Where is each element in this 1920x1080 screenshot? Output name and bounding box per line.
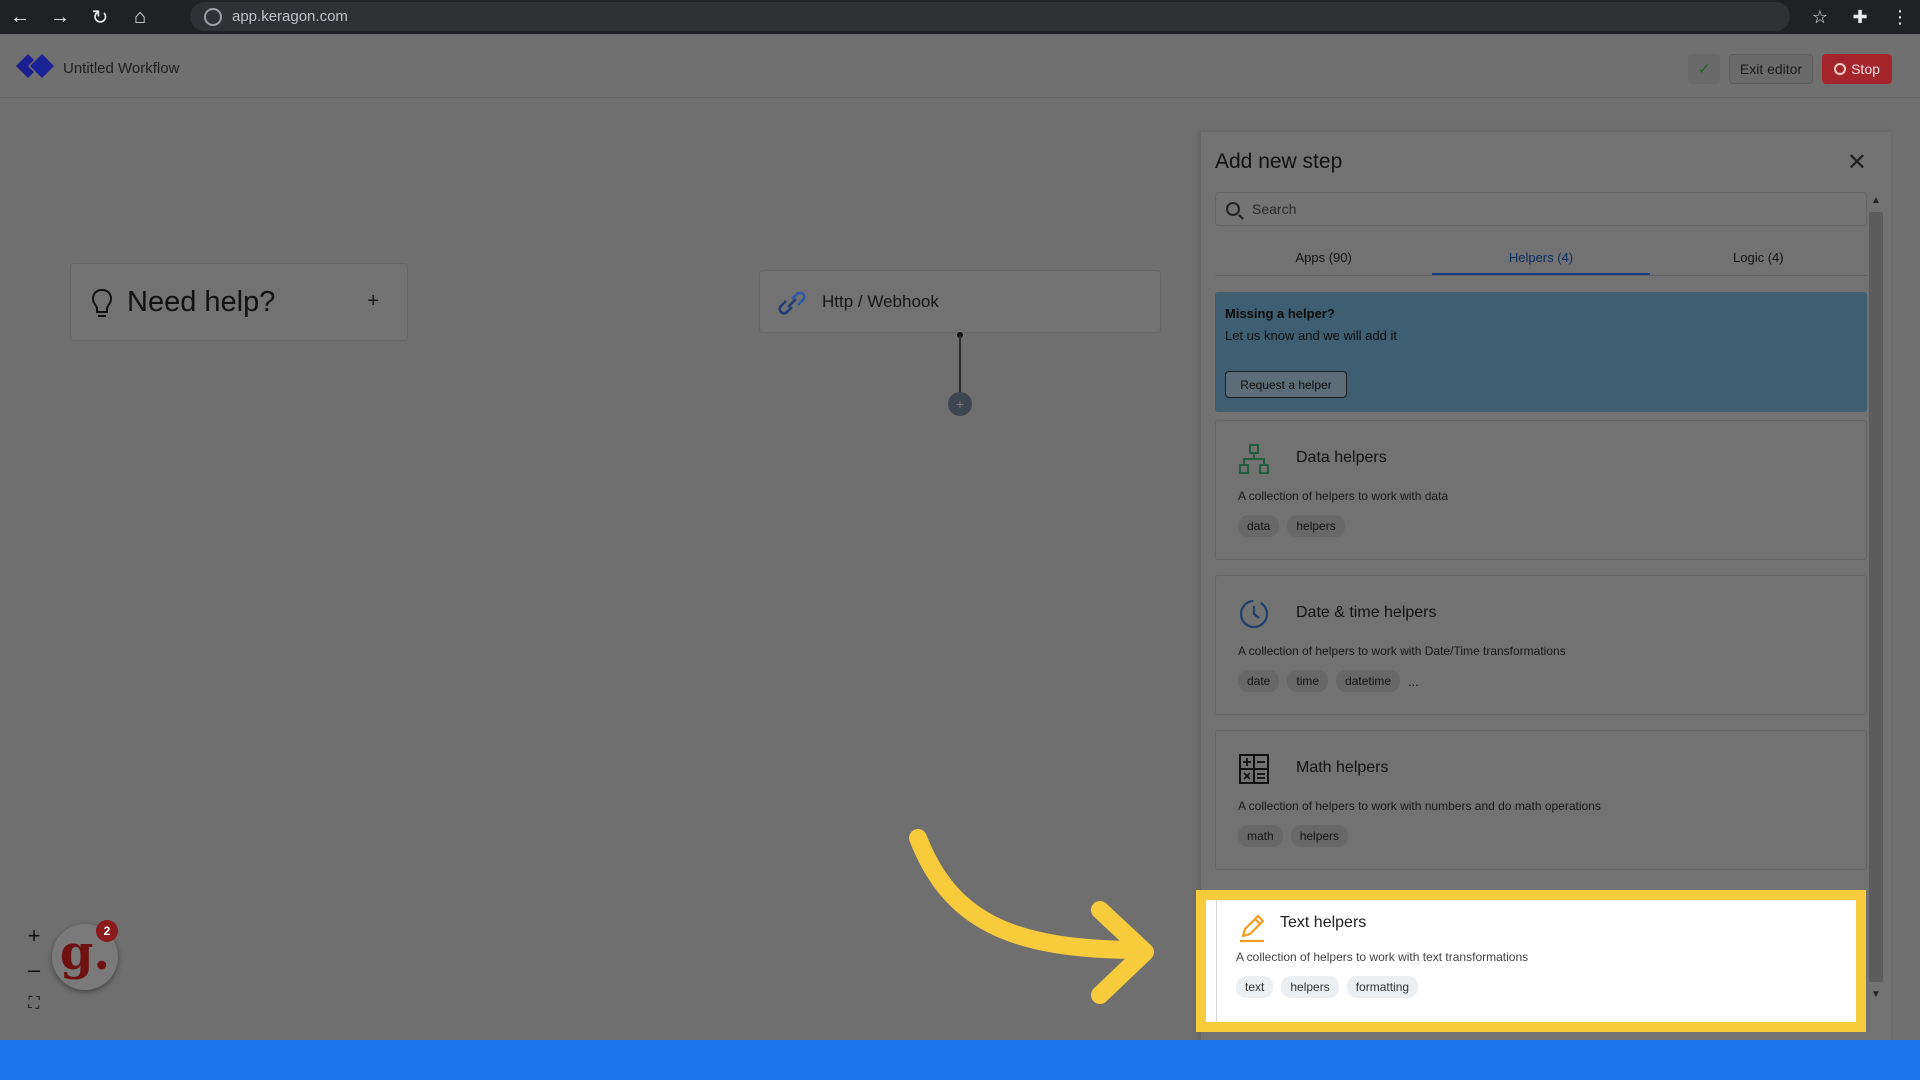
- helper-description: A collection of helpers to work with Dat…: [1238, 644, 1566, 658]
- extensions-puzzle-icon[interactable]: ✚: [1840, 0, 1880, 34]
- app-header: Untitled Workflow ✓ Exit editor Stop: [0, 34, 1920, 98]
- data-hierarchy-icon: [1239, 444, 1269, 474]
- tag: data: [1238, 515, 1280, 537]
- tag: math: [1238, 825, 1283, 847]
- helper-tags: data helpers: [1238, 515, 1345, 537]
- scroll-up-arrow-icon[interactable]: ▲: [1869, 192, 1883, 208]
- zoom-in-button[interactable]: +: [18, 920, 50, 952]
- tag: helpers: [1287, 515, 1345, 537]
- home-icon[interactable]: ⌂: [120, 0, 160, 34]
- helper-card-datetime[interactable]: Date & time helpers A collection of help…: [1215, 575, 1867, 715]
- notification-count-badge: 2: [96, 920, 118, 942]
- zoom-controls: + – ⛶: [18, 920, 50, 1030]
- helper-name: Math helpers: [1296, 759, 1389, 776]
- address-bar[interactable]: app.keragon.com: [190, 2, 1790, 31]
- stop-label: Stop: [1851, 61, 1880, 77]
- tag: helpers: [1281, 976, 1339, 998]
- tab-logic[interactable]: Logic (4): [1650, 242, 1867, 275]
- webhook-trigger-label: Http / Webhook: [822, 292, 939, 311]
- fit-view-button[interactable]: ⛶: [18, 988, 50, 1020]
- tag: time: [1287, 670, 1329, 692]
- tab-helpers[interactable]: Helpers (4): [1432, 242, 1650, 275]
- reload-icon[interactable]: ↻: [80, 0, 120, 34]
- browser-menu-icon[interactable]: ⋮: [1880, 0, 1920, 34]
- tag: datetime: [1336, 670, 1401, 692]
- lightbulb-icon: [91, 288, 113, 317]
- scroll-down-arrow-icon[interactable]: ▼: [1869, 986, 1883, 1002]
- validate-check-button[interactable]: ✓: [1688, 54, 1720, 84]
- missing-helper-title: Missing a helper?: [1225, 306, 1335, 321]
- more-tags-ellipsis: ...: [1408, 673, 1419, 689]
- keragon-logo-icon: [16, 54, 54, 78]
- url-text: app.keragon.com: [232, 8, 348, 25]
- connector-line: [959, 336, 961, 396]
- request-helper-button[interactable]: Request a helper: [1225, 371, 1347, 398]
- tag: formatting: [1346, 976, 1419, 998]
- helper-description: A collection of helpers to work with num…: [1238, 799, 1601, 813]
- panel-title: Add new step: [1215, 150, 1343, 173]
- helper-tags: math helpers: [1238, 825, 1349, 847]
- helper-card-data[interactable]: Data helpers A collection of helpers to …: [1215, 420, 1867, 560]
- guide-assistant-button[interactable]: g. 2: [52, 920, 118, 990]
- add-step-node-button[interactable]: +: [948, 392, 972, 416]
- stop-icon: [1834, 63, 1847, 75]
- site-info-icon[interactable]: [204, 7, 222, 26]
- zoom-out-button[interactable]: –: [18, 954, 50, 986]
- helper-description: A collection of helpers to work with tex…: [1236, 950, 1529, 964]
- tab-apps[interactable]: Apps (90): [1215, 242, 1432, 275]
- back-arrow-icon[interactable]: ←: [0, 0, 40, 34]
- helper-tags: text helpers formatting: [1236, 976, 1419, 998]
- need-help-label: Need help?: [127, 286, 276, 318]
- clock-icon: [1239, 599, 1269, 629]
- calculator-icon: [1239, 754, 1269, 784]
- panel-scrollbar[interactable]: ▲ ▼: [1869, 192, 1883, 1008]
- helper-tags: date time datetime ...: [1238, 670, 1419, 692]
- webhook-trigger-node[interactable]: Http / Webhook: [759, 270, 1161, 333]
- tag: helpers: [1290, 825, 1349, 847]
- scrollbar-thumb[interactable]: [1869, 212, 1883, 982]
- search-input[interactable]: [1252, 201, 1852, 217]
- helper-name: Date & time helpers: [1296, 604, 1437, 621]
- expand-help-plus-icon[interactable]: +: [367, 290, 379, 313]
- search-icon: [1226, 202, 1240, 216]
- close-icon[interactable]: ✕: [1847, 148, 1867, 177]
- helper-card-text-highlighted[interactable]: Text helpers A collection of helpers to …: [1196, 890, 1866, 1032]
- workflow-title[interactable]: Untitled Workflow: [63, 60, 179, 77]
- helper-name: Text helpers: [1280, 914, 1367, 931]
- stop-button[interactable]: Stop: [1822, 54, 1892, 84]
- missing-helper-subtitle: Let us know and we will add it: [1225, 328, 1397, 343]
- search-box[interactable]: [1215, 192, 1867, 226]
- browser-toolbar: ← → ↻ ⌂ app.keragon.com ☆ ✚ ⋮: [0, 0, 1920, 34]
- tag: text: [1236, 976, 1274, 998]
- need-help-card[interactable]: Need help? +: [70, 263, 408, 341]
- helper-name: Data helpers: [1296, 449, 1387, 466]
- helper-card-math[interactable]: Math helpers A collection of helpers to …: [1215, 730, 1867, 870]
- card-edge-divider: [1216, 900, 1217, 1022]
- highlight-arrow-annotation: [909, 829, 1154, 1004]
- bottom-accent-band: [0, 1040, 1920, 1080]
- missing-helper-banner: Missing a helper? Let us know and we wil…: [1215, 292, 1867, 412]
- exit-editor-button[interactable]: Exit editor: [1729, 54, 1813, 84]
- link-chain-icon: [778, 291, 806, 315]
- category-tabs: Apps (90) Helpers (4) Logic (4): [1215, 242, 1867, 276]
- bookmark-star-icon[interactable]: ☆: [1800, 0, 1840, 34]
- forward-arrow-icon[interactable]: →: [40, 0, 80, 34]
- tag: date: [1238, 670, 1280, 692]
- helper-description: A collection of helpers to work with dat…: [1238, 489, 1449, 503]
- pencil-icon: [1240, 914, 1265, 943]
